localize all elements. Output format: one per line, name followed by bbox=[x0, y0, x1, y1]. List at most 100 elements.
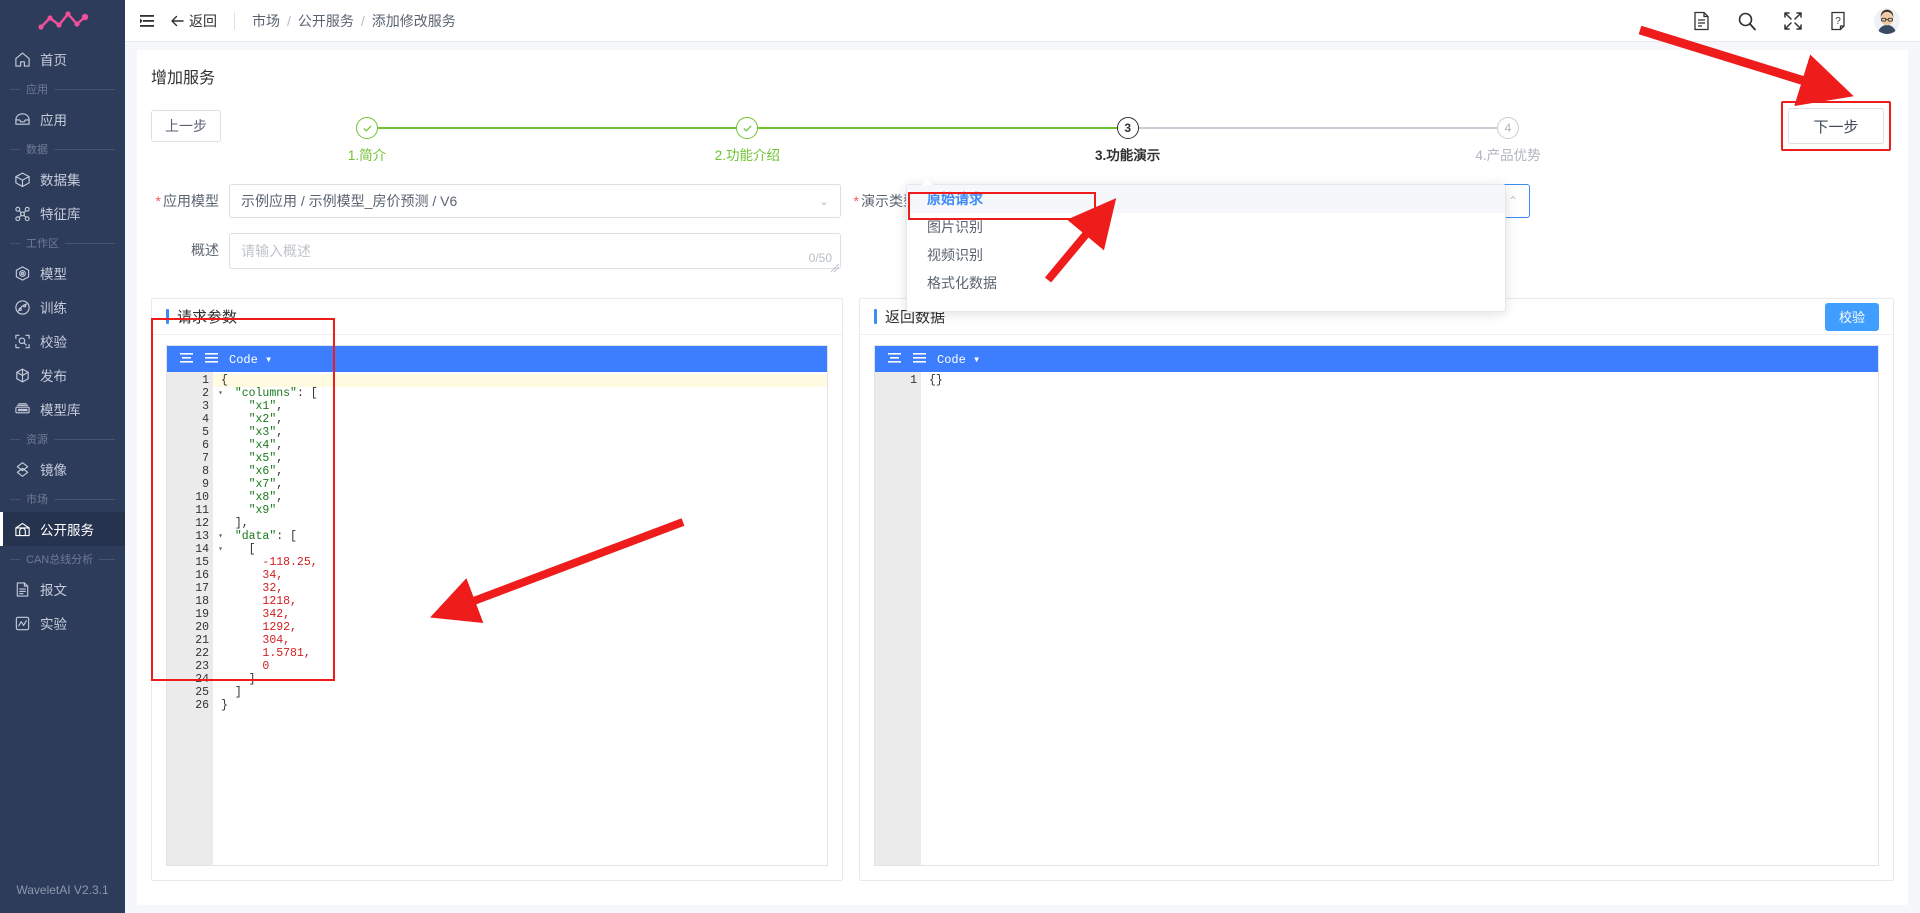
menu-collapse-icon[interactable] bbox=[139, 13, 157, 29]
summary-textarea[interactable]: 请输入概述 0/50 bbox=[229, 233, 841, 273]
breadcrumb-separator: / bbox=[360, 12, 365, 29]
gutter-line: 24 bbox=[195, 673, 209, 686]
app-model-select[interactable]: 示例应用 / 示例模型_房价预测 / V6 ⌄ bbox=[229, 184, 841, 218]
sidebar-item-模型库[interactable]: 模型库 bbox=[0, 392, 125, 426]
sidebar-group-CAN总线分析: CAN总线分析 bbox=[0, 546, 125, 572]
gutter-line: 6 bbox=[202, 439, 209, 452]
stepper-segment-0 bbox=[367, 127, 748, 129]
textarea-resize-handle[interactable] bbox=[830, 259, 840, 273]
sidebar-item-label: 数据集 bbox=[40, 173, 81, 188]
dropdown-option-3[interactable]: 格式化数据 bbox=[907, 269, 1505, 297]
response-editor-mode[interactable]: Code ▾ bbox=[937, 352, 980, 367]
format-json-icon[interactable] bbox=[912, 351, 927, 367]
fullscreen-icon[interactable] bbox=[1783, 11, 1803, 31]
code-line: ] bbox=[248, 673, 256, 686]
field-app-model: * 应用模型 示例应用 / 示例模型_房价预测 / V6 ⌄ bbox=[151, 184, 841, 218]
app-version: WaveletAI V2.3.1 bbox=[16, 883, 109, 897]
sidebar-item-公开服务[interactable]: 公开服务 bbox=[0, 512, 125, 546]
stepper-node-2[interactable] bbox=[736, 117, 759, 139]
gutter-line: 16 bbox=[195, 569, 209, 582]
code-line: 342, bbox=[262, 608, 291, 621]
prev-step-button[interactable]: 上一步 bbox=[151, 110, 221, 142]
stepper-node-1[interactable] bbox=[356, 117, 378, 139]
dropdown-option-0[interactable]: 原始请求 bbox=[907, 185, 1505, 213]
sidebar-item-训练[interactable]: 训练 bbox=[0, 290, 125, 324]
avatar[interactable] bbox=[1874, 7, 1900, 34]
sidebar-item-应用[interactable]: 应用 bbox=[0, 102, 125, 136]
sidebar-item-实验[interactable]: 实验 bbox=[0, 606, 125, 640]
code-line: { bbox=[213, 374, 827, 387]
dropdown-option-2[interactable]: 视频识别 bbox=[907, 241, 1505, 269]
train-icon bbox=[15, 299, 30, 315]
code-line: [ bbox=[248, 543, 256, 556]
demo-type-dropdown[interactable]: 原始请求 图片识别 视频识别 格式化数据 bbox=[906, 179, 1506, 312]
request-editor-body[interactable]: 1▾2▾345678910111213▾14▾15161718192021222… bbox=[167, 372, 827, 865]
sidebar-item-首页[interactable]: 首页 bbox=[0, 42, 125, 76]
sidebar-group-label: 市场 bbox=[26, 494, 48, 506]
sidebar-item-校验[interactable]: 校验 bbox=[0, 324, 125, 358]
breadcrumb-item-2[interactable]: 添加修改服务 bbox=[372, 11, 456, 31]
sidebar-item-模型[interactable]: 模型 bbox=[0, 256, 125, 290]
document-icon[interactable] bbox=[1692, 11, 1711, 31]
request-editor-code[interactable]: { "columns": [ "x1", "x2", "x3", "x4", "… bbox=[213, 372, 827, 865]
sidebar-group-label: 数据 bbox=[26, 144, 48, 156]
sidebar-item-报文[interactable]: 报文 bbox=[0, 572, 125, 606]
validate-button[interactable]: 校验 bbox=[1824, 302, 1879, 331]
stepper-node-3[interactable]: 3 bbox=[1116, 117, 1139, 139]
request-panel-header: 请求参数 bbox=[152, 299, 842, 335]
home-icon bbox=[15, 52, 30, 67]
code-line: 1218, bbox=[262, 595, 297, 608]
gutter-line: 21 bbox=[195, 634, 209, 647]
stepper-label-3: 3.功能演示 bbox=[1095, 148, 1161, 163]
request-editor[interactable]: Code ▾ 1▾2▾345678910111213▾14▾1516171819… bbox=[166, 345, 828, 866]
response-editor-toolbar: Code ▾ bbox=[875, 346, 1878, 372]
search-icon[interactable] bbox=[1737, 11, 1757, 31]
gutter-line: 14 ▾ bbox=[195, 543, 223, 556]
code-line: -118.25, bbox=[262, 556, 318, 569]
sidebar-item-数据集[interactable]: 数据集 bbox=[0, 162, 125, 196]
nodes-icon bbox=[15, 206, 30, 221]
app-logo[interactable] bbox=[0, 0, 125, 42]
code-line: "x2", bbox=[248, 413, 284, 426]
sidebar-item-镜像[interactable]: 镜像 bbox=[0, 452, 125, 486]
topbar: 返回 市场 / 公开服务 / 添加修改服务 ? bbox=[125, 0, 1920, 42]
back-button[interactable]: 返回 bbox=[170, 11, 217, 31]
stepper: 1.简介 2.功能介绍 3 3.功能演示 4 4.产品优势 bbox=[348, 96, 1541, 163]
next-step-button[interactable]: 下一步 bbox=[1788, 108, 1884, 144]
response-editor-code[interactable]: {} bbox=[921, 372, 1878, 865]
page-content: 增加服务 上一步 1.简介 2.功能介绍 3 3.功能演示 4 4.产品优势 下一步 * 应… bbox=[125, 42, 1920, 913]
summary-counter: 0/50 bbox=[808, 251, 832, 265]
code-line: ] bbox=[234, 686, 242, 699]
sidebar-group-应用: 应用 bbox=[0, 76, 125, 102]
compact-json-icon[interactable] bbox=[887, 351, 902, 367]
request-editor-mode[interactable]: Code ▾ bbox=[229, 352, 272, 367]
breadcrumb-item-1[interactable]: 公开服务 bbox=[298, 11, 354, 31]
summary-placeholder: 请输入概述 bbox=[241, 243, 311, 259]
stepper-node-4[interactable]: 4 bbox=[1497, 117, 1519, 139]
sidebar-group-资源: 资源 bbox=[0, 426, 125, 452]
breadcrumb-separator: / bbox=[287, 12, 291, 29]
dropdown-option-1[interactable]: 图片识别 bbox=[907, 213, 1505, 241]
code-line: "x9" bbox=[248, 504, 277, 517]
gutter-line: 20 bbox=[195, 621, 209, 634]
code-line: ], bbox=[234, 517, 249, 530]
breadcrumb-item-0[interactable]: 市场 bbox=[252, 11, 280, 31]
stepper-segment-1 bbox=[747, 127, 1128, 129]
code-line: "x5", bbox=[248, 452, 284, 465]
format-json-icon[interactable] bbox=[204, 351, 219, 367]
sidebar-group-label: 应用 bbox=[26, 84, 48, 96]
sidebar-item-特征库[interactable]: 特征库 bbox=[0, 196, 125, 230]
response-editor-body[interactable]: 1 {} bbox=[875, 372, 1878, 865]
help-icon[interactable]: ? bbox=[1829, 11, 1848, 31]
compact-json-icon[interactable] bbox=[179, 351, 194, 367]
topbar-divider bbox=[234, 11, 235, 30]
response-editor[interactable]: Code ▾ 1 {} bbox=[874, 345, 1879, 866]
code-line: "x1", bbox=[248, 400, 284, 413]
sidebar-item-发布[interactable]: 发布 bbox=[0, 358, 125, 392]
sidebar-item-label: 镜像 bbox=[40, 463, 67, 478]
gutter-line: 1 bbox=[910, 374, 917, 387]
app-model-value: 示例应用 / 示例模型_房价预测 / V6 bbox=[241, 193, 458, 209]
sidebar-group-label: 资源 bbox=[26, 434, 48, 446]
title-accent-bar bbox=[874, 309, 877, 324]
gutter-line: 3 bbox=[202, 400, 209, 413]
